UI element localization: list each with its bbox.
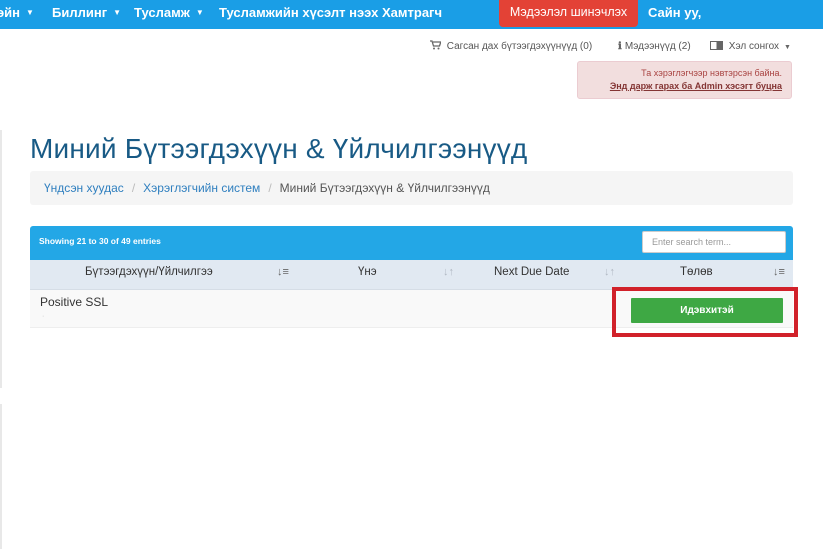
language-icon [710, 41, 726, 52]
breadcrumb-separator: / [268, 181, 272, 195]
nav-item-support[interactable]: Тусламж ▼ [134, 0, 204, 29]
left-divider [0, 404, 2, 549]
table-entries-info: Showing 21 to 30 of 49 entries [39, 236, 161, 246]
top-navbar: эйн ▼ Биллинг ▼ Тусламж ▼ Тусламжийн хүсэлт… [0, 0, 823, 29]
column-header-product[interactable]: Бүтээгдэхүүн/Үйлчилгээ [85, 260, 213, 289]
column-header-status[interactable]: Төлөв [680, 260, 713, 289]
caret-down-icon: ▼ [784, 44, 791, 51]
return-to-admin-link[interactable]: Энд дарж гарах ба Admin хэсэгт буцна [610, 81, 782, 91]
column-header-due-date[interactable]: Next Due Date [494, 260, 569, 289]
product-domain-placeholder: · [42, 313, 45, 320]
table-toolbar: Showing 21 to 30 of 49 entries [30, 226, 793, 260]
sort-icon[interactable]: ↓≡ [277, 260, 289, 289]
language-label: Хэл сонгох [728, 41, 780, 52]
table-header-row: Бүтээгдэхүүн/Үйлчилгээ ↓≡ Үнэ ↓↑ Next Du… [30, 260, 793, 290]
language-selector[interactable]: Хэл сонгох ▼ [710, 40, 791, 54]
caret-down-icon: ▼ [113, 8, 122, 17]
nav-item-open-ticket[interactable]: Тусламжийн хүсэлт нээх [219, 0, 378, 29]
greeting-menu[interactable]: Сайн уу, [648, 0, 701, 29]
caret-down-icon: ▼ [26, 8, 34, 17]
breadcrumb-separator: / [131, 181, 136, 195]
nav-item-label: эйн [0, 5, 21, 20]
column-header-price[interactable]: Үнэ [358, 260, 377, 289]
product-name: Positive SSL [40, 295, 109, 309]
info-icon: ℹ [618, 41, 622, 52]
notices-link[interactable]: ℹ Мэдээнүүд (2) [618, 40, 691, 54]
left-divider [0, 130, 2, 388]
nav-item-label: Тусламж [134, 5, 190, 20]
cart-icon [430, 40, 444, 52]
cart-link[interactable]: Сагсан дах бүтээгдэхүүнүүд (0) [430, 40, 592, 54]
nav-item-label: Биллинг [52, 5, 108, 20]
page-title: Миний Бүтээгдэхүүн & Үйлчилгээнүүд [30, 133, 528, 164]
sort-icon[interactable]: ↓↑ [604, 260, 615, 289]
highlight-box [612, 287, 798, 337]
sort-icon[interactable]: ↓↑ [443, 260, 454, 289]
update-info-button[interactable]: Мэдээлэл шинэчлэх [499, 0, 638, 27]
notices-label: Мэдээнүүд (2) [624, 41, 691, 52]
breadcrumb: Үндсэн хуудас / Хэрэглэгчийн систем / Миний … [30, 171, 793, 205]
breadcrumb-home[interactable]: Үндсэн хуудас [44, 181, 124, 195]
cart-label: Сагсан дах бүтээгдэхүүнүүд (0) [446, 41, 593, 52]
nav-item-affiliates[interactable]: Хамтрагч [382, 0, 442, 29]
sort-icon[interactable]: ↓≡ [773, 260, 785, 289]
table-search-input[interactable] [642, 231, 786, 253]
caret-down-icon: ▼ [195, 8, 204, 17]
alert-text: Та хэрэглэгчээр нэвтэрсэн байна. [641, 68, 782, 78]
breadcrumb-current: Миний Бүтээгдэхүүн & Үйлчилгээнүүд [279, 181, 490, 195]
admin-login-alert: Та хэрэглэгчээр нэвтэрсэн байна. Энд дар… [577, 61, 792, 99]
nav-item-billing[interactable]: Биллинг ▼ [52, 0, 121, 29]
nav-item-account[interactable]: эйн ▼ [0, 0, 34, 29]
breadcrumb-client-area[interactable]: Хэрэглэгчийн систем [143, 181, 260, 195]
